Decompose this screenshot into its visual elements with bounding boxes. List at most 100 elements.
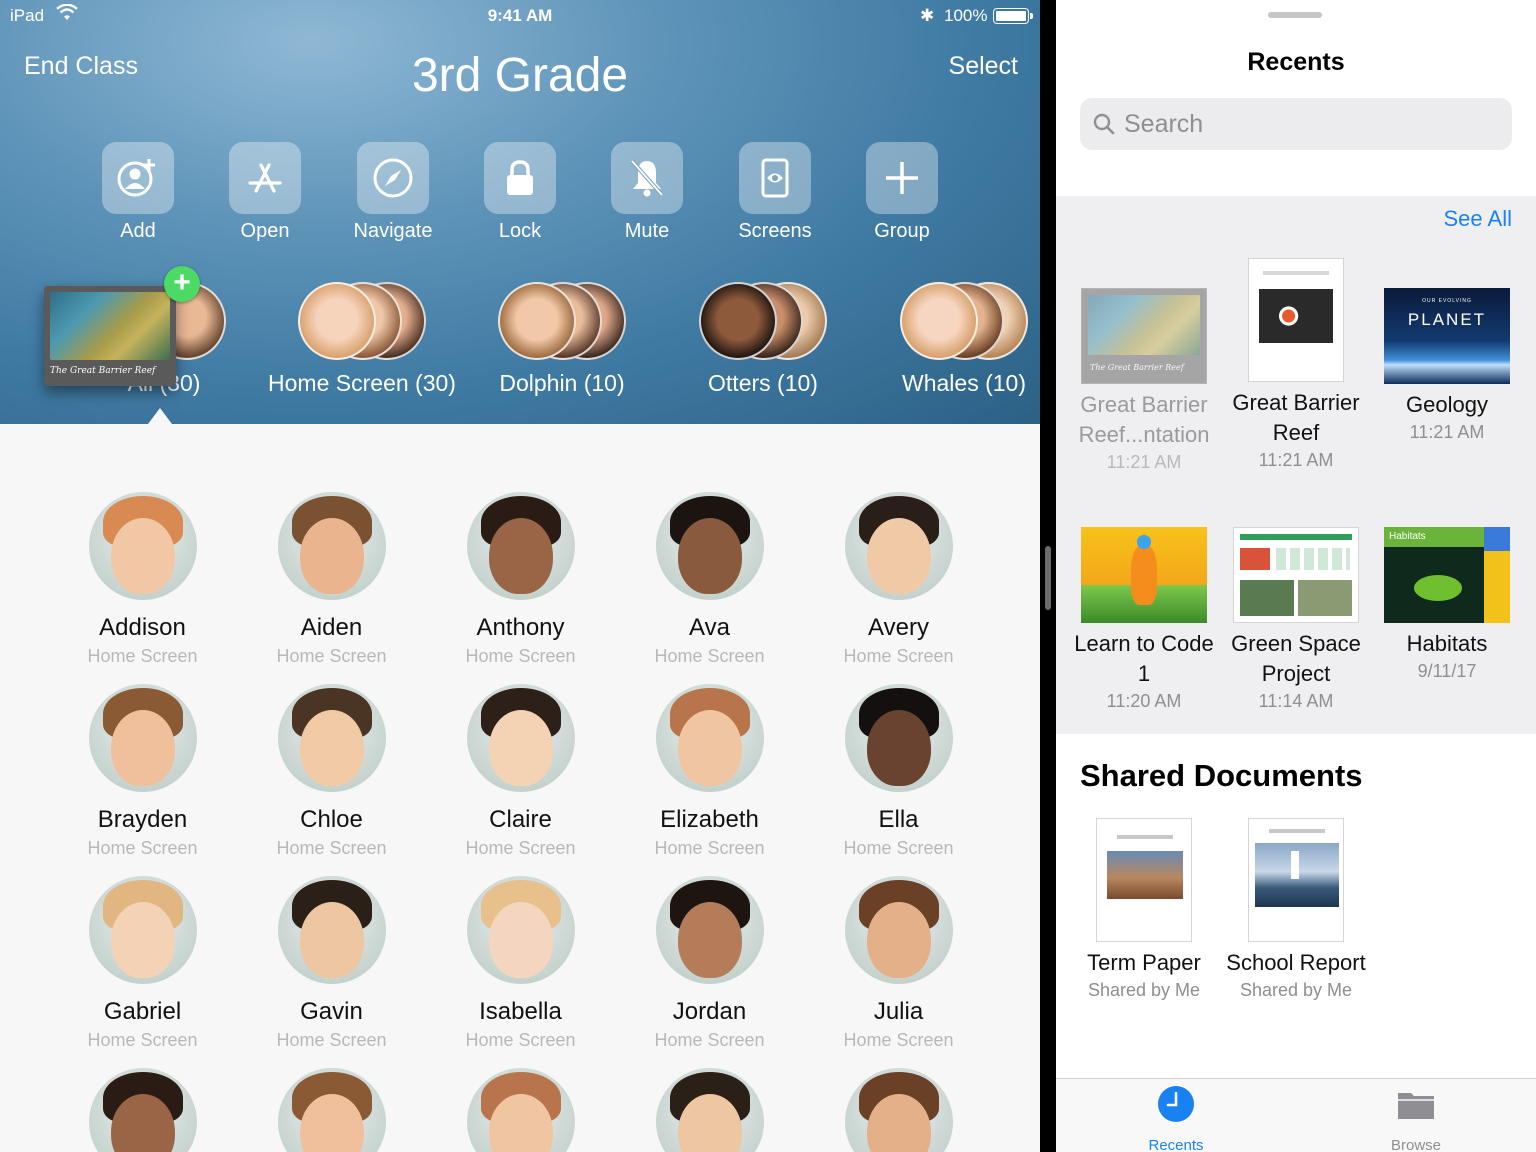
open-action-button[interactable]: Open bbox=[210, 142, 320, 243]
avatar bbox=[900, 282, 978, 360]
search-field[interactable] bbox=[1080, 98, 1512, 150]
reef-image bbox=[50, 292, 170, 360]
avatar bbox=[699, 282, 777, 360]
student-elizabeth[interactable]: Elizabeth Home Screen bbox=[615, 684, 804, 859]
student-name: Brayden bbox=[97, 806, 188, 833]
dragged-document-preview[interactable]: The Great Barrier Reef bbox=[44, 286, 176, 386]
see-all-link[interactable]: See All bbox=[1444, 206, 1513, 232]
thumbnail-title: PLANET bbox=[1407, 310, 1487, 329]
student-addison[interactable]: Addison Home Screen bbox=[48, 492, 237, 667]
student-partial[interactable] bbox=[615, 1068, 804, 1152]
folder-icon bbox=[1397, 1085, 1435, 1123]
group-otters[interactable]: Otters (10) bbox=[693, 282, 833, 397]
navigate-action-label: Navigate bbox=[353, 220, 433, 242]
student-anthony[interactable]: Anthony Home Screen bbox=[426, 492, 615, 667]
student-name: Anthony bbox=[476, 614, 565, 641]
shared-doc-term-paper[interactable]: Term Paper Shared by Me bbox=[1069, 818, 1219, 1001]
select-button[interactable]: Select bbox=[949, 52, 1018, 81]
recent-doc-habitats[interactable]: Habitats Habitats 9/11/17 bbox=[1372, 527, 1522, 682]
lock-action-button[interactable]: Lock bbox=[465, 142, 575, 243]
student-status: Home Screen bbox=[87, 1030, 198, 1050]
add-action-label: Add bbox=[120, 220, 156, 242]
student-avatar bbox=[88, 492, 197, 600]
mute-action-button[interactable]: Mute bbox=[592, 142, 702, 243]
student-name: Gabriel bbox=[103, 998, 182, 1025]
tab-recents[interactable]: Recents bbox=[1116, 1085, 1236, 1152]
add-person-icon bbox=[117, 159, 155, 197]
student-aiden[interactable]: Aiden Home Screen bbox=[237, 492, 426, 667]
student-partial[interactable] bbox=[426, 1068, 615, 1152]
student-avatar bbox=[466, 1068, 575, 1152]
dragged-document-caption: The Great Barrier Reef bbox=[50, 366, 156, 376]
student-status: Home Screen bbox=[465, 838, 576, 858]
group-dolphin[interactable]: Dolphin (10) bbox=[490, 282, 634, 397]
student-status: Home Screen bbox=[654, 1030, 765, 1050]
slide-over-grabber[interactable] bbox=[1268, 12, 1322, 18]
bluetooth-icon: ✱ bbox=[920, 6, 935, 25]
document-thumbnail bbox=[1248, 258, 1344, 382]
recent-doc-green-space[interactable]: Green Space Project 11:14 AM bbox=[1221, 527, 1371, 712]
document-thumbnail: The Great Barrier Reef bbox=[1081, 288, 1207, 384]
document-time: 11:20 AM bbox=[1106, 691, 1182, 711]
student-avatar bbox=[844, 684, 953, 792]
student-avatar bbox=[88, 684, 197, 792]
group-action-button[interactable]: Group bbox=[847, 142, 957, 243]
recent-doc-reef-presentation[interactable]: The Great Barrier Reef Great Barrier Ree… bbox=[1069, 288, 1219, 473]
student-name: Claire bbox=[489, 806, 552, 833]
document-time: 9/11/17 bbox=[1417, 661, 1477, 681]
student-brayden[interactable]: Brayden Home Screen bbox=[48, 684, 237, 859]
avatar bbox=[498, 282, 576, 360]
student-partial[interactable] bbox=[237, 1068, 426, 1152]
lock-icon bbox=[507, 160, 533, 195]
group-home-screen[interactable]: Home Screen (30) bbox=[266, 282, 458, 397]
recent-doc-learn-to-code[interactable]: Learn to Code 1 11:20 AM bbox=[1069, 527, 1219, 712]
bell-slash-icon bbox=[630, 159, 664, 197]
student-name: Ella bbox=[878, 806, 919, 833]
split-view-handle[interactable] bbox=[1045, 546, 1051, 610]
recent-doc-geology[interactable]: OUR EVOLVING PLANET Geology 11:21 AM bbox=[1372, 288, 1522, 443]
document-thumbnail bbox=[1233, 527, 1359, 623]
student-status: Home Screen bbox=[465, 646, 576, 666]
navigate-action-button[interactable]: Navigate bbox=[338, 142, 448, 243]
document-time: 11:21 AM bbox=[1409, 422, 1485, 442]
screens-action-label: Screens bbox=[738, 220, 812, 242]
student-status: Home Screen bbox=[654, 838, 765, 858]
tab-bar: Recents Browse bbox=[1056, 1078, 1536, 1152]
student-gabriel[interactable]: Gabriel Home Screen bbox=[48, 876, 237, 1051]
student-julia[interactable]: Julia Home Screen bbox=[804, 876, 993, 1051]
student-avatar bbox=[88, 876, 197, 984]
student-ella[interactable]: Ella Home Screen bbox=[804, 684, 993, 859]
classroom-pane: iPad 9:41 AM ✱ 100% End Class 3rd Grade … bbox=[0, 0, 1040, 1152]
document-thumbnail bbox=[1081, 527, 1207, 623]
student-jordan[interactable]: Jordan Home Screen bbox=[615, 876, 804, 1051]
document-thumbnail: Habitats bbox=[1384, 527, 1510, 623]
student-claire[interactable]: Claire Home Screen bbox=[426, 684, 615, 859]
student-partial[interactable] bbox=[48, 1068, 237, 1152]
student-avatar bbox=[466, 684, 575, 792]
student-ava[interactable]: Ava Home Screen bbox=[615, 492, 804, 667]
document-name: Term Paper bbox=[1087, 950, 1201, 975]
tab-label: Browse bbox=[1390, 1137, 1442, 1152]
shared-doc-school-report[interactable]: School Report Shared by Me bbox=[1221, 818, 1371, 1001]
screens-action-button[interactable]: Screens bbox=[720, 142, 830, 243]
student-isabella[interactable]: Isabella Home Screen bbox=[426, 876, 615, 1051]
recent-doc-reef[interactable]: Great Barrier Reef 11:21 AM bbox=[1221, 258, 1371, 471]
student-avery[interactable]: Avery Home Screen bbox=[804, 492, 993, 667]
document-thumbnail bbox=[1248, 818, 1344, 942]
student-avatar bbox=[277, 876, 386, 984]
add-action-button[interactable]: Add bbox=[83, 142, 193, 243]
student-avatar bbox=[844, 1068, 953, 1152]
search-input[interactable] bbox=[1124, 98, 1504, 150]
files-pane: Recents See All The Great Barrier Reef G… bbox=[1056, 0, 1536, 1152]
student-name: Addison bbox=[99, 614, 186, 641]
student-avatar bbox=[844, 492, 953, 600]
document-name: Great Barrier Reef bbox=[1232, 390, 1360, 445]
student-gavin[interactable]: Gavin Home Screen bbox=[237, 876, 426, 1051]
group-whales[interactable]: Whales (10) bbox=[894, 282, 1034, 397]
student-partial[interactable] bbox=[804, 1068, 993, 1152]
tab-browse[interactable]: Browse bbox=[1356, 1085, 1476, 1152]
student-name: Ava bbox=[689, 614, 730, 641]
student-chloe[interactable]: Chloe Home Screen bbox=[237, 684, 426, 859]
document-time: 11:21 AM bbox=[1106, 452, 1182, 472]
battery-percent: 100% bbox=[944, 6, 988, 25]
